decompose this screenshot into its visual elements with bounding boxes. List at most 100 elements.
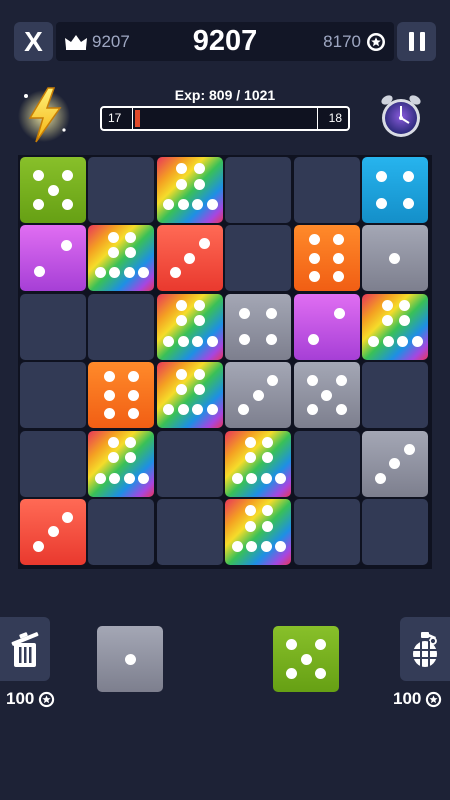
die-cell-r5c4[interactable] [225, 430, 292, 497]
die-cell-r4c5[interactable] [293, 362, 360, 429]
pip [32, 540, 44, 552]
die-cell-r5c6[interactable] [361, 430, 428, 497]
empty-cell-r6c2[interactable] [88, 498, 155, 565]
pip [261, 436, 273, 448]
next-piece-1[interactable] [97, 626, 163, 692]
pip [193, 300, 205, 312]
pip [176, 300, 188, 312]
pip [62, 511, 74, 523]
exp-progress-fill [135, 110, 140, 127]
pip [260, 540, 272, 552]
pip [252, 389, 264, 401]
die-cell-r4c2[interactable] [88, 362, 155, 429]
pip [368, 335, 380, 347]
die-cell-r2c5[interactable] [293, 225, 360, 292]
pip [94, 472, 106, 484]
pip [315, 668, 327, 680]
pip [47, 526, 59, 538]
pip [411, 335, 423, 347]
die-cell-r4c4[interactable] [225, 362, 292, 429]
die-cell-r3c6[interactable] [361, 293, 428, 360]
pip [382, 335, 394, 347]
pip [265, 308, 277, 320]
pip [239, 308, 251, 320]
grenade-button[interactable] [400, 617, 450, 681]
pip [403, 443, 415, 455]
pip [192, 335, 204, 347]
next-piece-2[interactable] [273, 626, 339, 692]
pip [285, 668, 297, 680]
die-cell-r3c3[interactable] [156, 293, 223, 360]
pip [244, 436, 256, 448]
trash-cost-value: 100 [6, 689, 35, 708]
pip [124, 653, 136, 665]
pip [260, 472, 272, 484]
empty-cell-r4c6[interactable] [361, 362, 428, 429]
empty-cell-r1c4[interactable] [225, 157, 292, 223]
die-cell-r2c1[interactable] [20, 225, 86, 292]
pip [104, 371, 115, 383]
empty-cell-r1c2[interactable] [88, 157, 155, 223]
exp-label: Exp: 809 / 1021 [174, 87, 276, 103]
die-cell-r1c6[interactable] [361, 157, 428, 223]
pip [267, 375, 279, 387]
current-level: 17 [108, 111, 122, 125]
die-cell-r2c6[interactable] [361, 225, 428, 292]
die-cell-r1c3[interactable] [156, 157, 223, 223]
pip [176, 178, 188, 190]
die-cell-r3c4[interactable] [225, 293, 292, 360]
pip [176, 368, 188, 380]
pip [104, 408, 115, 420]
trash-button[interactable] [0, 617, 50, 681]
pip [381, 300, 393, 312]
pip [285, 638, 297, 650]
die-cell-r2c3[interactable] [156, 225, 223, 292]
die-cell-r2c2[interactable] [88, 225, 155, 292]
die-cell-r1c1[interactable] [20, 157, 86, 223]
pip [177, 335, 189, 347]
empty-cell-r4c1[interactable] [20, 362, 86, 429]
empty-cell-r1c5[interactable] [293, 157, 360, 223]
pip [125, 231, 137, 243]
die-cell-r3c5[interactable] [293, 293, 360, 360]
die-cell-r5c2[interactable] [88, 430, 155, 497]
pip [123, 472, 135, 484]
exp-progress-bar: 17 18 [100, 106, 350, 131]
empty-cell-r5c1[interactable] [20, 430, 86, 497]
empty-cell-r6c5[interactable] [293, 498, 360, 565]
empty-cell-r5c3[interactable] [156, 430, 223, 497]
pip [107, 436, 119, 448]
pip [109, 267, 121, 279]
pip [127, 371, 139, 383]
empty-cell-r6c3[interactable] [156, 498, 223, 565]
coin-icon [367, 32, 385, 51]
lightning-boost-icon[interactable] [18, 84, 74, 146]
alarm-clock-icon[interactable] [379, 92, 423, 140]
pause-button[interactable] [397, 22, 436, 61]
pip [231, 540, 243, 552]
empty-cell-r5c5[interactable] [293, 430, 360, 497]
empty-cell-r3c1[interactable] [20, 293, 86, 360]
pip [198, 238, 210, 250]
pip [163, 404, 175, 416]
pip [192, 199, 204, 211]
die-cell-r6c1[interactable] [20, 498, 86, 565]
pip [60, 239, 72, 251]
empty-cell-r3c2[interactable] [88, 293, 155, 360]
empty-cell-r2c4[interactable] [225, 225, 292, 292]
coin-balance-value: 8170 [323, 31, 361, 51]
pip [125, 452, 137, 464]
pip [315, 638, 327, 650]
die-cell-r6c4[interactable] [225, 498, 292, 565]
pip [306, 375, 318, 387]
pip [125, 436, 137, 448]
pip [402, 171, 414, 183]
pip [206, 199, 218, 211]
pip [127, 408, 139, 420]
pip [244, 505, 256, 517]
die-cell-r4c3[interactable] [156, 362, 223, 429]
pip [163, 335, 175, 347]
close-button[interactable]: X [14, 22, 53, 61]
pip [193, 368, 205, 380]
empty-cell-r6c6[interactable] [361, 498, 428, 565]
